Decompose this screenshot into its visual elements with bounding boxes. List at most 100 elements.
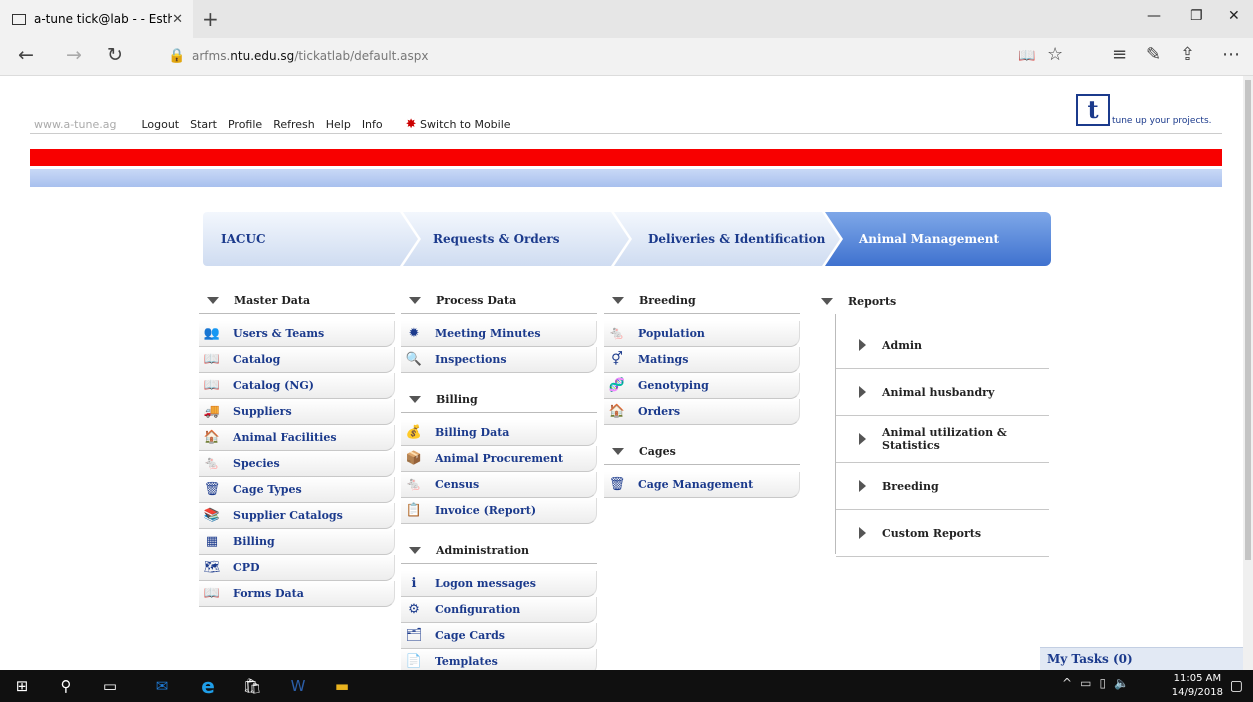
process-data-header[interactable]: Process Data bbox=[401, 288, 597, 314]
menu-cpd[interactable]: 🗺 CPD bbox=[199, 555, 395, 581]
menu-invoice-report[interactable]: 📋 Invoice (Report) bbox=[401, 498, 597, 524]
menu-logon-messages[interactable]: ℹ Logon messages bbox=[401, 571, 597, 597]
menu-meeting-minutes[interactable]: ✹ Meeting Minutes bbox=[401, 321, 597, 347]
menu-orders[interactable]: 🏠 Orders bbox=[604, 399, 800, 425]
billing-header[interactable]: Billing bbox=[401, 387, 597, 413]
network-icon[interactable]: ▯ bbox=[1099, 676, 1106, 690]
menu-users-teams[interactable]: 👥 Users & Teams bbox=[199, 321, 395, 347]
menu-catalog[interactable]: 📖 Catalog bbox=[199, 347, 395, 373]
menu-matings[interactable]: ⚥ Matings bbox=[604, 347, 800, 373]
breeding-column: Breeding 🐁 Population ⚥ Matings 🧬 Genotypin… bbox=[604, 288, 800, 498]
word-icon[interactable]: W bbox=[276, 670, 320, 702]
volume-icon[interactable]: 🔈 bbox=[1114, 676, 1129, 690]
menu-billing-data[interactable]: 💰 Billing Data bbox=[401, 420, 597, 446]
notification-icon[interactable]: ▢ bbox=[1230, 678, 1243, 694]
tab-close-icon[interactable]: ✕ bbox=[172, 12, 183, 27]
menu-cage-types[interactable]: 🗑 Cage Types bbox=[199, 477, 395, 503]
reading-view-icon[interactable]: 📖 bbox=[1018, 48, 1035, 64]
refresh-icon[interactable]: ↻ bbox=[107, 44, 123, 66]
logout-link[interactable]: Logout bbox=[141, 118, 179, 131]
report-animal-utilization[interactable]: Animal utilization & Statistics bbox=[836, 416, 1049, 463]
back-icon[interactable]: ← bbox=[18, 44, 34, 66]
menu-genotyping[interactable]: 🧬 Genotyping bbox=[604, 373, 800, 399]
help-link[interactable]: Help bbox=[326, 118, 351, 131]
menu-label: Animal Facilities bbox=[233, 431, 337, 444]
profile-link[interactable]: Profile bbox=[228, 118, 262, 131]
gear-icon: ⚙ bbox=[408, 602, 420, 617]
scrollbar-thumb[interactable] bbox=[1245, 80, 1251, 560]
search-icon[interactable]: ⚲ bbox=[44, 670, 88, 702]
edge-icon[interactable]: e bbox=[186, 670, 230, 702]
menu-label: Billing Data bbox=[435, 426, 510, 439]
step-requests-orders[interactable]: Requests & Orders bbox=[403, 212, 629, 266]
reports-column: Reports Admin Animal husbandry Animal ut… bbox=[813, 288, 1049, 557]
menu-configuration[interactable]: ⚙ Configuration bbox=[401, 597, 597, 623]
grid-icon: ▦ bbox=[205, 534, 219, 549]
store-icon[interactable]: 🛍 bbox=[230, 670, 274, 702]
notes-icon[interactable]: ✎ bbox=[1146, 44, 1161, 65]
menu-label: Orders bbox=[638, 405, 681, 418]
master-data-header[interactable]: Master Data bbox=[199, 288, 395, 314]
report-custom-reports[interactable]: Custom Reports bbox=[836, 510, 1049, 557]
menu-catalog-ng[interactable]: 📖 Catalog (NG) bbox=[199, 373, 395, 399]
chevron-up-icon[interactable]: ^ bbox=[1062, 676, 1072, 690]
site-link[interactable]: www.a-tune.ag bbox=[34, 118, 116, 131]
menu-animal-procurement[interactable]: 📦 Animal Procurement bbox=[401, 446, 597, 472]
step-deliveries[interactable]: Deliveries & Identification bbox=[614, 212, 840, 266]
reports-header[interactable]: Reports bbox=[813, 288, 1049, 314]
more-icon[interactable]: ⋯ bbox=[1222, 44, 1240, 65]
menu-forms-data[interactable]: 📖 Forms Data bbox=[199, 581, 395, 607]
report-label: Breeding bbox=[882, 479, 939, 493]
browser-tab[interactable]: a-tune tick@lab - - Esth ✕ bbox=[0, 0, 193, 38]
expand-triangle-icon bbox=[859, 480, 866, 492]
info-link[interactable]: Info bbox=[362, 118, 383, 131]
battery-icon[interactable]: ▭ bbox=[1080, 676, 1091, 690]
procurement-icon: 📦 bbox=[405, 451, 423, 466]
my-tasks-button[interactable]: My Tasks (0) bbox=[1040, 647, 1243, 670]
start-link[interactable]: Start bbox=[190, 118, 217, 131]
page-content: www.a-tune.ag Logout Start Profile Refre… bbox=[0, 76, 1243, 670]
step-iacuc[interactable]: IACUC bbox=[203, 212, 418, 266]
mouse-icon: 🐁 bbox=[203, 456, 221, 471]
switch-mobile-link[interactable]: ✸ Switch to Mobile bbox=[406, 117, 511, 132]
menu-templates[interactable]: 📄 Templates bbox=[401, 649, 597, 670]
minimize-button[interactable]: — bbox=[1147, 8, 1161, 24]
section-title: Cages bbox=[639, 445, 676, 458]
forward-icon[interactable]: → bbox=[66, 44, 82, 66]
outlook-icon[interactable]: ✉ bbox=[140, 670, 184, 702]
breeding-header[interactable]: Breeding bbox=[604, 288, 800, 314]
menu-supplier-catalogs[interactable]: 📚 Supplier Catalogs bbox=[199, 503, 395, 529]
start-icon[interactable]: ⊞ bbox=[0, 670, 44, 702]
hub-icon[interactable]: ≡ bbox=[1112, 44, 1127, 65]
menu-census[interactable]: 🐁 Census bbox=[401, 472, 597, 498]
refresh-link[interactable]: Refresh bbox=[273, 118, 315, 131]
menu-inspections[interactable]: 🔍 Inspections bbox=[401, 347, 597, 373]
master-data-column: Master Data 👥 Users & Teams 📖 Catalog 📖 Cat… bbox=[199, 288, 395, 607]
report-admin[interactable]: Admin bbox=[836, 322, 1049, 369]
administration-header[interactable]: Administration bbox=[401, 538, 597, 564]
clock[interactable]: 11:05 AM 14/9/2018 bbox=[1172, 672, 1223, 700]
report-breeding[interactable]: Breeding bbox=[836, 463, 1049, 510]
menu-cage-cards[interactable]: 🗂 Cage Cards bbox=[401, 623, 597, 649]
menu-species[interactable]: 🐁 Species bbox=[199, 451, 395, 477]
cages-header[interactable]: Cages bbox=[604, 439, 800, 465]
invoice-icon: 📋 bbox=[405, 503, 423, 518]
page-scrollbar[interactable] bbox=[1243, 76, 1253, 670]
menu-billing[interactable]: ▦ Billing bbox=[199, 529, 395, 555]
file-explorer-icon[interactable]: ▬ bbox=[320, 670, 364, 702]
section-title: Master Data bbox=[234, 294, 311, 307]
report-animal-husbandry[interactable]: Animal husbandry bbox=[836, 369, 1049, 416]
maximize-button[interactable]: ❐ bbox=[1190, 8, 1203, 24]
menu-cage-management[interactable]: 🗑 Cage Management bbox=[604, 472, 800, 498]
menu-suppliers[interactable]: 🚚 Suppliers bbox=[199, 399, 395, 425]
url-field[interactable]: arfms.ntu.edu.sg/tickatlab/default.aspx bbox=[192, 49, 429, 63]
favorite-icon[interactable]: ☆ bbox=[1047, 44, 1063, 65]
new-tab-button[interactable]: + bbox=[202, 7, 219, 31]
close-window-button[interactable]: ✕ bbox=[1228, 8, 1240, 24]
share-icon[interactable]: ⇪ bbox=[1180, 44, 1195, 65]
task-view-icon[interactable]: ▭ bbox=[88, 670, 132, 702]
step-animal-management[interactable]: Animal Management bbox=[825, 212, 1051, 266]
blue-banner bbox=[30, 169, 1222, 187]
menu-animal-facilities[interactable]: 🏠 Animal Facilities bbox=[199, 425, 395, 451]
menu-population[interactable]: 🐁 Population bbox=[604, 321, 800, 347]
